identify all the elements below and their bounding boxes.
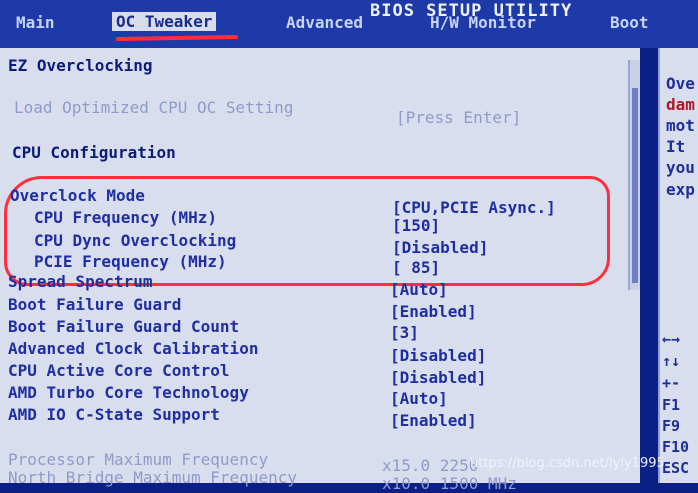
tab-oc-tweaker[interactable]: OC Tweaker [112, 12, 217, 31]
help-text-line-warning: dam [666, 95, 695, 114]
overclock-mode-value[interactable]: [CPU,PCIE Async.] [392, 198, 556, 217]
advanced-clock-calibration-label[interactable]: Advanced Clock Calibration [8, 339, 258, 358]
help-text-line: you [666, 158, 695, 177]
f10-key: F10 [662, 438, 690, 456]
boot-failure-guard-count-value[interactable]: [3] [390, 323, 419, 342]
cpu-dync-overclocking-label[interactable]: CPU Dync Overclocking [34, 231, 236, 250]
cpu-active-core-control-label[interactable]: CPU Active Core Control [8, 361, 230, 380]
advanced-clock-calibration-value[interactable]: [Disabled] [390, 346, 486, 365]
cpu-active-core-control-value[interactable]: [Disabled] [390, 368, 486, 387]
help-text-line: mot [666, 116, 695, 135]
amd-io-cstate-value[interactable]: [Enabled] [390, 411, 477, 430]
arrow-left-right-icon: ←→ [662, 330, 681, 348]
northbridge-max-frequency-label: North Bridge Maximum Frequency [8, 468, 297, 487]
overclock-mode-label[interactable]: Overclock Mode [10, 186, 145, 205]
boot-failure-guard-value[interactable]: [Enabled] [390, 302, 477, 321]
northbridge-max-frequency-value: x10.0 1500 MHz [382, 474, 517, 493]
scrollbar-thumb[interactable] [632, 88, 638, 283]
cpu-dync-overclocking-value[interactable]: [Disabled] [392, 238, 488, 257]
watermark-text: https://blog.csdn.net/lyly1995 [470, 456, 665, 471]
help-text-line: It [666, 137, 686, 156]
load-optimized-oc-label[interactable]: Load Optimized CPU OC Setting [14, 98, 293, 117]
pcie-frequency-label[interactable]: PCIE Frequency (MHz) [34, 252, 227, 271]
spread-spectrum-label[interactable]: Spread Spectrum [8, 272, 153, 291]
tab-advanced[interactable]: Advanced [286, 13, 363, 32]
amd-turbo-core-value[interactable]: [Auto] [390, 389, 448, 408]
load-optimized-oc-value[interactable]: [Press Enter] [396, 108, 521, 127]
f1-key: F1 [662, 396, 681, 414]
cpu-frequency-value[interactable]: [150] [392, 216, 440, 235]
boot-failure-guard-label[interactable]: Boot Failure Guard [8, 295, 181, 314]
processor-max-frequency-value: x15.0 2250 [382, 456, 479, 475]
f9-key: F9 [662, 417, 681, 435]
tab-boot[interactable]: Boot [610, 13, 649, 32]
help-text-line: exp [666, 180, 695, 199]
spread-spectrum-value[interactable]: [Auto] [390, 280, 448, 299]
arrow-up-down-icon: ↑↓ [662, 352, 681, 370]
ez-overclocking-heading: EZ Overclocking [8, 56, 153, 75]
cpu-frequency-label[interactable]: CPU Frequency (MHz) [34, 208, 217, 227]
amd-io-cstate-label[interactable]: AMD IO C-State Support [8, 405, 220, 424]
cpu-configuration-heading: CPU Configuration [12, 143, 176, 162]
help-text-line: Ove [666, 74, 695, 93]
esc-key: ESC [662, 459, 690, 477]
plus-minus-key: +- [662, 374, 681, 392]
tab-main[interactable]: Main [16, 13, 55, 32]
scrollbar[interactable] [628, 60, 640, 290]
pcie-frequency-value[interactable]: [ 85] [392, 258, 440, 277]
tab-hw-monitor[interactable]: H/W Monitor [430, 13, 536, 32]
amd-turbo-core-label[interactable]: AMD Turbo Core Technology [8, 383, 249, 402]
processor-max-frequency-label: Processor Maximum Frequency [8, 450, 269, 469]
boot-failure-guard-count-label[interactable]: Boot Failure Guard Count [8, 317, 239, 336]
